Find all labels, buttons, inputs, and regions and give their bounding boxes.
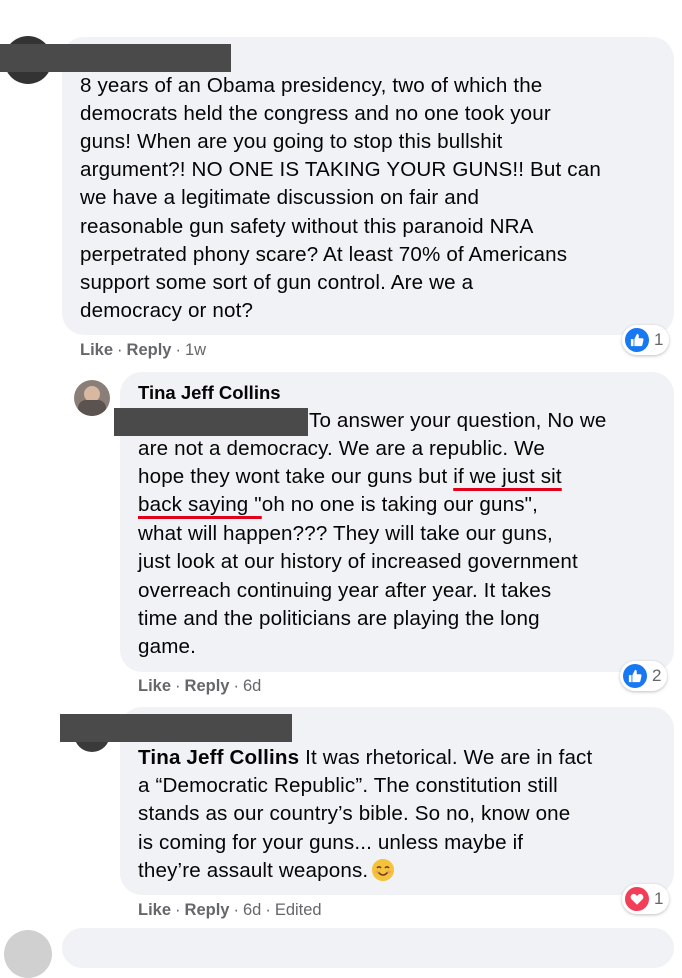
comment-line: what will happen??? They will take our g… (138, 522, 553, 545)
comment-bubble (62, 928, 674, 968)
comment-actions: Like · Reply · 1w (80, 341, 207, 359)
reaction-number: 2 (652, 666, 662, 685)
love-icon (625, 887, 649, 911)
comment-actions: Like · Reply · 6d (138, 677, 262, 695)
comment-line: time and the politicians are playing the… (138, 607, 540, 630)
comment-line: Tina Jeff Collins It was rhetorical. We … (138, 746, 593, 769)
comment-line: game. (138, 635, 196, 658)
edited-label[interactable]: Edited (275, 901, 322, 919)
timestamp[interactable]: 1w (185, 341, 206, 359)
mention-link[interactable]: Tina Jeff Collins (138, 746, 299, 769)
comment-line: hope they wont take our guns but if we j… (138, 465, 562, 488)
commenter-avatar[interactable] (74, 380, 110, 416)
like-icon (625, 328, 649, 352)
reaction-count[interactable]: 1 (622, 884, 670, 914)
comment-line: overreach continuing year after year. It… (138, 579, 552, 602)
comment-line: we have a legitimate discussion on fair … (80, 186, 480, 209)
comment-actions: Like · Reply · 6d · Edited (138, 901, 322, 919)
comment-line: democrats held the congress and no one t… (80, 102, 551, 125)
like-button[interactable]: Like (80, 341, 113, 359)
timestamp[interactable]: 6d (243, 901, 261, 919)
reply-button[interactable]: Reply (127, 341, 172, 359)
smiling-face-emoji (372, 859, 395, 881)
comment-line: 8 years of an Obama presidency, two of w… (80, 74, 543, 97)
comment-line: guns! When are you going to stop this bu… (80, 130, 503, 153)
redacted-name (0, 44, 231, 72)
redacted-name (60, 714, 292, 742)
comment-line: a “Democratic Republic”. The constitutio… (138, 774, 558, 797)
comment-line: is coming for your guns... unless maybe … (138, 831, 524, 854)
comment-line: are not a democracy. We are a republic. … (138, 437, 545, 460)
reply-button[interactable]: Reply (185, 901, 230, 919)
reaction-count[interactable]: 2 (620, 661, 668, 691)
like-button[interactable]: Like (138, 901, 171, 919)
comment-line: support some sort of gun control. Are we… (80, 271, 474, 294)
comment-line: just look at our history of increased go… (138, 550, 578, 573)
comment-line: perpetrated phony scare? At least 70% of… (80, 243, 568, 266)
comment-line: reasonable gun safety without this paran… (80, 215, 534, 238)
comment-line: argument?! NO ONE IS TAKING YOUR GUNS!! … (80, 158, 601, 181)
highlighted-text: if we just sit (453, 465, 562, 488)
comment-line: they’re assault weapons. (138, 857, 395, 885)
like-button[interactable]: Like (138, 677, 171, 695)
reaction-number: 1 (654, 889, 664, 908)
reply-button[interactable]: Reply (185, 677, 230, 695)
comment-line: back saying "oh no one is taking our gun… (138, 493, 539, 516)
commenter-avatar[interactable] (4, 930, 52, 978)
redacted-mention (114, 408, 308, 436)
like-icon (623, 664, 647, 688)
commenter-name[interactable]: Tina Jeff Collins (138, 382, 281, 404)
comment-line: To answer your question, No we (309, 409, 607, 432)
comment-line: democracy or not? (80, 299, 254, 322)
reaction-count[interactable]: 1 (622, 325, 670, 355)
comment-line: stands as our country’s bible. So no, kn… (138, 802, 571, 825)
reaction-number: 1 (654, 330, 664, 349)
highlighted-text: back saying " (138, 493, 262, 516)
timestamp[interactable]: 6d (243, 677, 261, 695)
